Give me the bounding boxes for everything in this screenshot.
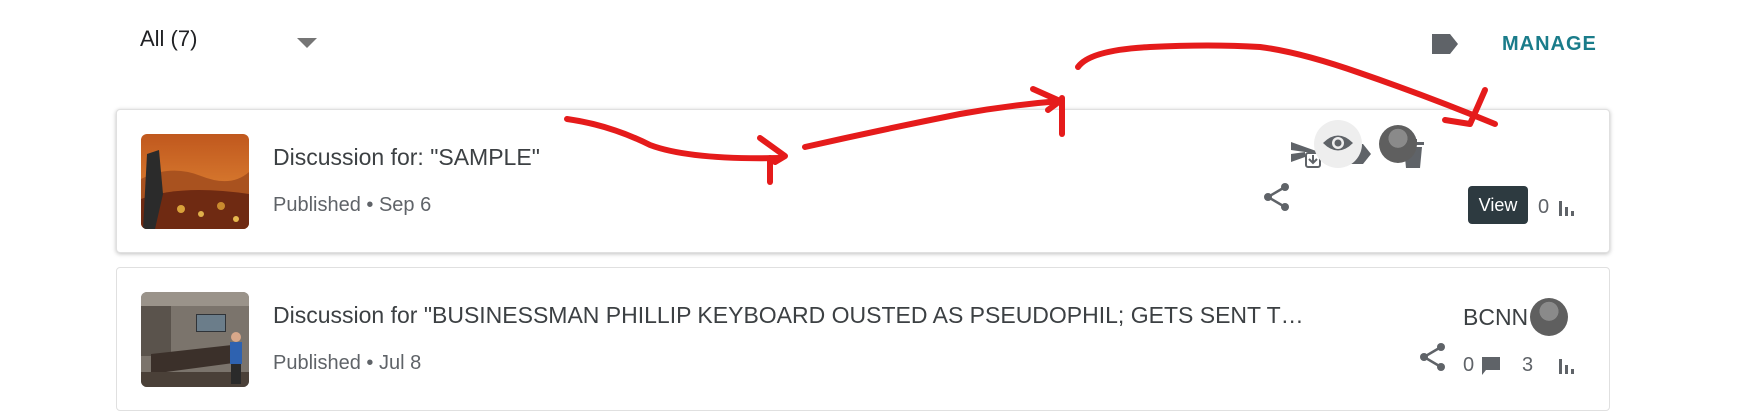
post-status: Published • Jul 8 <box>273 352 422 374</box>
label-icon[interactable] <box>1430 32 1460 56</box>
stats-icon[interactable] <box>1558 199 1576 217</box>
post-card: Discussion for "BUSINESSMAN PHILLIP KEYB… <box>116 267 1610 411</box>
stats-count: 3 <box>1522 354 1534 376</box>
stats-icon[interactable] <box>1558 357 1576 375</box>
chevron-down-icon[interactable] <box>297 38 317 48</box>
post-status: Published • Sep 6 <box>273 194 432 216</box>
stats-count: 0 <box>1538 196 1550 218</box>
post-title[interactable]: Discussion for: "SAMPLE" <box>273 144 540 171</box>
post-card: Discussion for: "SAMPLE" Published • Sep… <box>116 109 1610 253</box>
avatar[interactable] <box>1530 298 1568 336</box>
post-title[interactable]: Discussion for "BUSINESSMAN PHILLIP KEYB… <box>273 302 1304 329</box>
comment-icon[interactable] <box>1481 356 1501 376</box>
avatar[interactable] <box>1379 125 1417 163</box>
source-name: BCNN <box>1463 304 1529 330</box>
post-thumbnail[interactable] <box>141 134 249 229</box>
comments-count: 0 <box>1463 354 1475 376</box>
filter-dropdown[interactable]: All (7) <box>140 26 197 52</box>
post-thumbnail[interactable] <box>141 292 249 387</box>
manage-button[interactable]: MANAGE <box>1502 33 1597 56</box>
view-tooltip: View <box>1468 186 1528 224</box>
eye-icon <box>1323 135 1353 151</box>
share-icon[interactable] <box>1263 182 1291 212</box>
share-icon[interactable] <box>1419 342 1447 372</box>
view-button[interactable] <box>1314 120 1362 168</box>
